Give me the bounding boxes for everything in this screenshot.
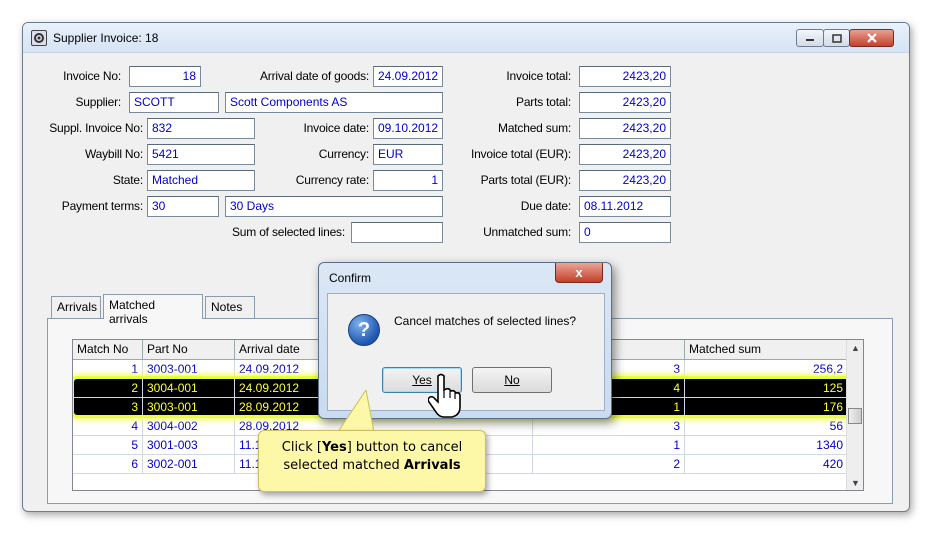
cell-match-no: 1 xyxy=(73,360,143,379)
callout-text-3: selected matched xyxy=(283,458,404,473)
cell-match-no: 4 xyxy=(73,417,143,436)
parts-total-field[interactable]: 2423,20 xyxy=(579,92,671,113)
parts-total-label: Parts total: xyxy=(516,95,571,109)
payment-terms-code-field[interactable]: 30 xyxy=(147,196,219,217)
invoice-date-field[interactable]: 09.10.2012 xyxy=(373,118,443,139)
cell-matched-sum: 176 xyxy=(685,398,848,417)
callout-bold-arrivals: Arrivals xyxy=(403,458,461,473)
unmatched-sum-field[interactable]: 0 xyxy=(579,222,671,243)
tutorial-callout: Click [Yes] button to cancel selected ma… xyxy=(258,430,486,492)
tab-arrivals[interactable]: Arrivals xyxy=(51,296,101,318)
cell-match-no: 3 xyxy=(73,398,143,417)
currency-rate-field[interactable]: 1 xyxy=(373,170,443,191)
state-field[interactable]: Matched xyxy=(147,170,255,191)
cell-part-no: 3003-001 xyxy=(143,360,235,379)
callout-text-1: Click [ xyxy=(281,440,322,455)
suppl-invoice-field[interactable]: 832 xyxy=(147,118,255,139)
sum-selected-label: Sum of selected lines: xyxy=(232,225,345,239)
cell-match-no: 5 xyxy=(73,436,143,455)
col-header-matched-sum[interactable]: Matched sum xyxy=(685,340,848,360)
app-gear-icon xyxy=(31,30,47,46)
cell-part-no: 3001-003 xyxy=(143,436,235,455)
scroll-thumb[interactable] xyxy=(848,408,862,424)
dialog-title: Confirm xyxy=(329,271,372,285)
invoice-total-field[interactable]: 2423,20 xyxy=(579,66,671,87)
due-date-label: Due date: xyxy=(520,199,571,213)
tab-notes[interactable]: Notes xyxy=(205,296,255,318)
arrival-date-label: Arrival date of goods: xyxy=(260,69,369,83)
invoice-total-eur-field[interactable]: 2423,20 xyxy=(579,144,671,165)
parts-total-eur-field[interactable]: 2423,20 xyxy=(579,170,671,191)
cell-qty: 1 xyxy=(533,436,685,455)
waybill-field[interactable]: 5421 xyxy=(147,144,255,165)
due-date-field[interactable]: 08.11.2012 xyxy=(579,196,671,217)
cell-part-no: 3004-001 xyxy=(143,379,235,398)
question-icon: ? xyxy=(348,314,380,346)
cell-matched-sum: 56 xyxy=(685,417,848,436)
unmatched-sum-label: Unmatched sum: xyxy=(483,225,571,239)
supplier-code-field[interactable]: SCOTT xyxy=(129,92,219,113)
scroll-down-icon[interactable]: ▼ xyxy=(847,475,863,490)
cell-match-no: 6 xyxy=(73,455,143,474)
state-label: State: xyxy=(112,173,143,187)
callout-text-2: ] button to cancel xyxy=(346,440,463,455)
matched-sum-field[interactable]: 2423,20 xyxy=(579,118,671,139)
supplier-label: Supplier: xyxy=(75,95,121,109)
minimize-icon xyxy=(806,39,814,41)
waybill-label: Waybill No: xyxy=(84,147,143,161)
parts-total-eur-label: Parts total (EUR): xyxy=(480,173,572,187)
close-icon: x xyxy=(575,265,583,280)
no-button-label: No xyxy=(504,373,520,387)
sum-selected-field[interactable] xyxy=(351,222,443,243)
supplier-name-field[interactable]: Scott Components AS xyxy=(225,92,443,113)
hand-cursor-icon xyxy=(428,373,461,418)
invoice-date-label: Invoice date: xyxy=(303,121,370,135)
col-header-part-no[interactable]: Part No xyxy=(143,340,235,360)
cell-part-no: 3002-001 xyxy=(143,455,235,474)
currency-rate-label: Currency rate: xyxy=(295,173,369,187)
maximize-button[interactable] xyxy=(823,29,850,47)
cell-matched-sum: 125 xyxy=(685,379,848,398)
invoice-no-label: Invoice No: xyxy=(63,69,121,83)
callout-bold-yes: Yes xyxy=(321,440,347,455)
maximize-icon xyxy=(831,33,842,43)
minimize-button[interactable] xyxy=(796,29,824,47)
payment-terms-name-field[interactable]: 30 Days xyxy=(225,196,443,217)
cell-part-no: 3003-001 xyxy=(143,398,235,417)
dialog-close-button[interactable]: x xyxy=(555,263,603,283)
invoice-no-field[interactable]: 18 xyxy=(129,66,201,87)
close-button[interactable] xyxy=(849,29,894,47)
close-icon xyxy=(866,33,877,43)
cell-match-no: 2 xyxy=(73,379,143,398)
col-header-match-no[interactable]: Match No xyxy=(73,340,143,360)
cell-qty: 2 xyxy=(533,455,685,474)
window-title: Supplier Invoice: 18 xyxy=(53,31,159,45)
cell-qty: 3 xyxy=(533,417,685,436)
invoice-total-eur-label: Invoice total (EUR): xyxy=(470,147,571,161)
currency-label: Currency: xyxy=(318,147,369,161)
dialog-message: Cancel matches of selected lines? xyxy=(394,314,577,328)
no-button[interactable]: No xyxy=(472,367,552,393)
arrival-date-field[interactable]: 24.09.2012 xyxy=(373,66,443,87)
cell-part-no: 3004-002 xyxy=(143,417,235,436)
suppl-invoice-label: Suppl. Invoice No: xyxy=(49,121,143,135)
cell-matched-sum: 1340 xyxy=(685,436,848,455)
grid-scrollbar[interactable]: ▲ ▼ xyxy=(846,340,863,490)
scroll-up-icon[interactable]: ▲ xyxy=(847,340,863,357)
title-bar[interactable]: Supplier Invoice: 18 xyxy=(23,23,909,53)
invoice-total-label: Invoice total: xyxy=(506,69,571,83)
matched-sum-label: Matched sum: xyxy=(498,121,571,135)
cell-matched-sum: 420 xyxy=(685,455,848,474)
cell-matched-sum: 256,2 xyxy=(685,360,848,379)
currency-field[interactable]: EUR xyxy=(373,144,443,165)
tab-matched-arrivals[interactable]: Matched arrivals xyxy=(103,294,203,326)
payment-terms-label: Payment terms: xyxy=(61,199,143,213)
